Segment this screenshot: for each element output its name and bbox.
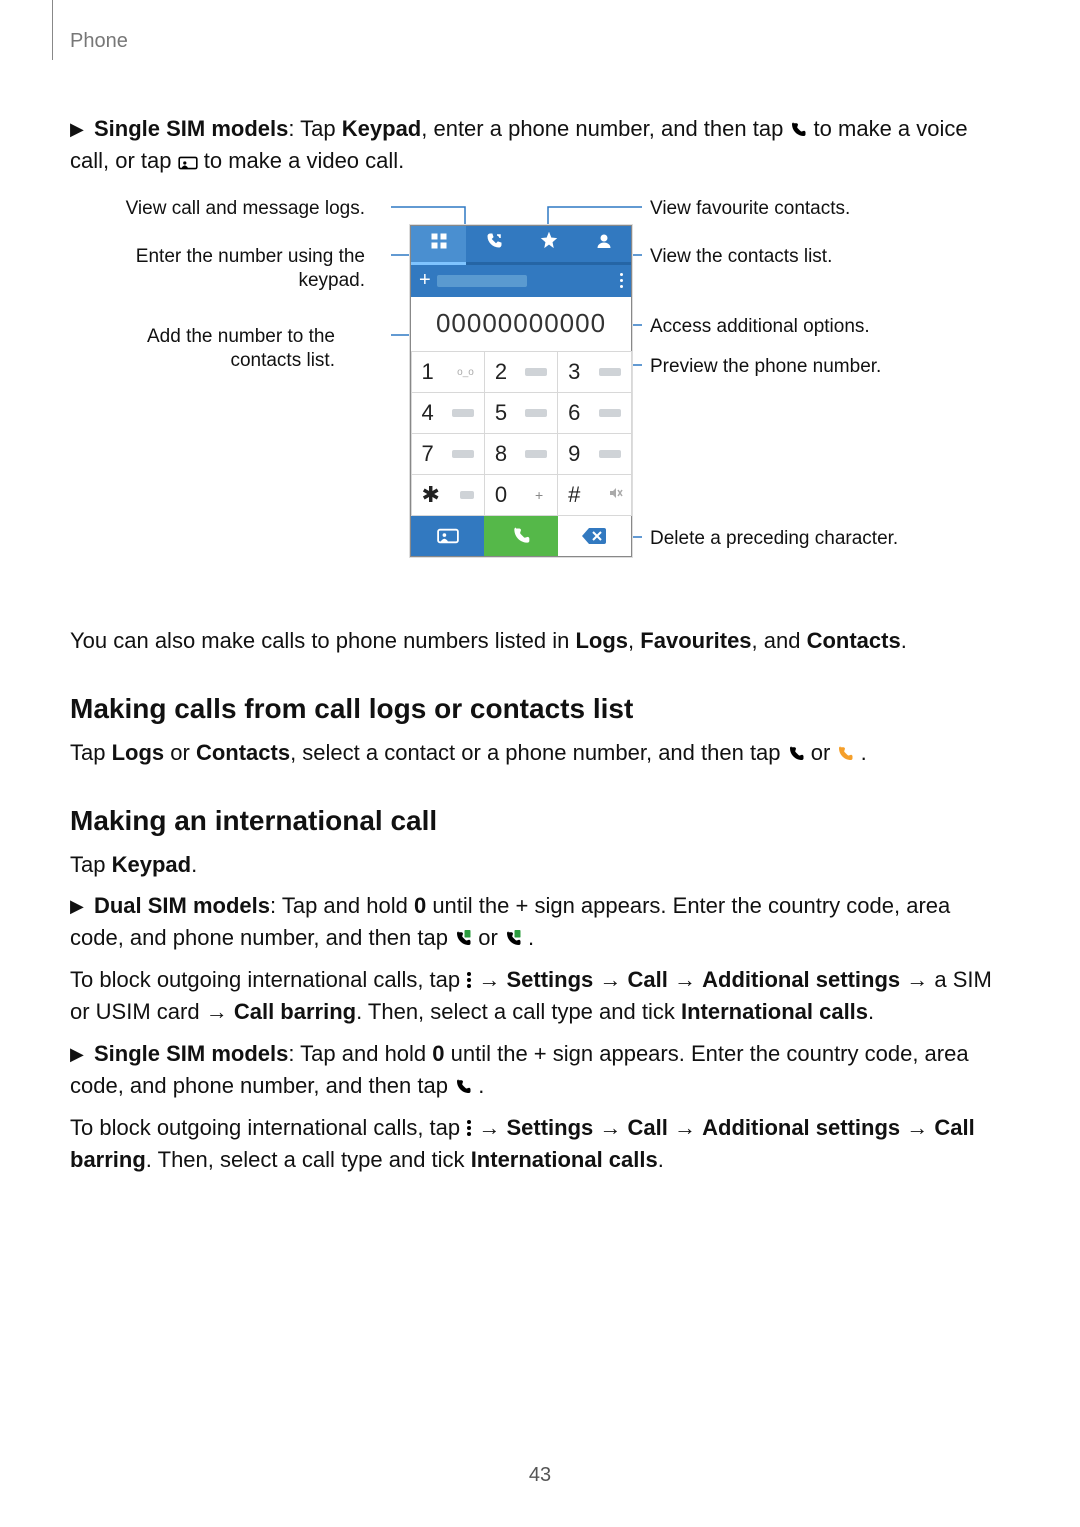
star-icon	[540, 232, 558, 255]
plus-icon[interactable]: +	[419, 269, 431, 292]
key-6[interactable]: 6	[557, 392, 631, 434]
add-to-contacts-label[interactable]	[437, 275, 527, 287]
after-diagram-paragraph: You can also make calls to phone numbers…	[70, 625, 1010, 657]
video-call-icon	[178, 155, 198, 171]
heading-international-call: Making an international call	[70, 805, 1010, 837]
tab-contacts[interactable]	[576, 226, 631, 262]
key-hash[interactable]: #	[557, 474, 631, 516]
voice-call-button[interactable]	[484, 516, 557, 556]
bullet-triangle-icon: ▶	[70, 893, 84, 919]
person-icon	[595, 232, 613, 255]
label-single-sim: Single SIM models	[94, 116, 288, 141]
callout-view-logs: View call and message logs.	[105, 197, 365, 221]
key-5[interactable]: 5	[484, 392, 558, 434]
callout-more-options: Access additional options.	[650, 315, 910, 339]
tab-logs[interactable]	[466, 226, 521, 262]
callout-favourites: View favourite contacts.	[650, 197, 910, 221]
backspace-button[interactable]	[558, 516, 631, 556]
call-log-icon	[485, 232, 503, 255]
paragraph-tap-keypad: Tap Keypad.	[70, 849, 1010, 881]
phone-sim2-icon	[504, 930, 522, 948]
vertical-dots-icon	[466, 971, 472, 989]
callout-preview-number: Preview the phone number.	[650, 355, 910, 379]
tab-keypad[interactable]	[411, 226, 466, 262]
phone-dialer-mock: + 00000000000 1o_o 2 3 4 5 6 7 8 9 ✱ 0+	[410, 225, 632, 557]
paragraph-block-single: To block outgoing international calls, t…	[70, 1112, 1010, 1176]
callout-delete-char: Delete a preceding character.	[650, 527, 910, 551]
more-options-icon[interactable]	[620, 273, 623, 288]
key-star[interactable]: ✱	[411, 474, 485, 516]
intro-paragraph: ▶ Single SIM models: Tap Keypad, enter a…	[70, 113, 1010, 177]
key-0[interactable]: 0+	[484, 474, 558, 516]
add-to-contacts-row: +	[411, 265, 631, 297]
bullet-triangle-icon: ▶	[70, 116, 84, 142]
key-1[interactable]: 1o_o	[411, 351, 485, 393]
key-4[interactable]: 4	[411, 392, 485, 434]
callout-enter-number: Enter the number using the keypad.	[105, 245, 365, 293]
key-2[interactable]: 2	[484, 351, 558, 393]
paragraph-calls-from-logs: Tap Logs or Contacts, select a contact o…	[70, 737, 1010, 769]
keypad-grid-icon	[430, 232, 448, 255]
tab-favourites[interactable]	[521, 226, 576, 262]
key-8[interactable]: 8	[484, 433, 558, 475]
phone-handset-icon	[454, 1078, 472, 1096]
video-call-button[interactable]	[411, 516, 484, 556]
bullet-triangle-icon: ▶	[70, 1041, 84, 1067]
dialer-diagram: View call and message logs. Enter the nu…	[70, 195, 1010, 595]
phone-handset-sim-icon	[836, 745, 854, 763]
page-title: Phone	[70, 30, 1010, 53]
key-7[interactable]: 7	[411, 433, 485, 475]
callout-contacts: View the contacts list.	[650, 245, 910, 269]
label-keypad: Keypad	[342, 116, 421, 141]
phone-handset-icon	[787, 745, 805, 763]
number-display: 00000000000	[411, 297, 631, 352]
paragraph-single-sim: ▶ Single SIM models: Tap and hold 0 unti…	[70, 1038, 1010, 1102]
callout-add-contact: Add the number to the contacts list.	[75, 325, 335, 373]
phone-handset-icon	[789, 121, 807, 139]
dialer-tabs	[411, 226, 631, 262]
paragraph-block-dual: To block outgoing international calls, t…	[70, 964, 1010, 1028]
vertical-dots-icon	[466, 1119, 472, 1137]
mute-icon	[609, 486, 623, 504]
page-number: 43	[0, 1464, 1080, 1487]
key-9[interactable]: 9	[557, 433, 631, 475]
paragraph-dual-sim: ▶ Dual SIM models: Tap and hold 0 until …	[70, 890, 1010, 954]
dial-keypad: 1o_o 2 3 4 5 6 7 8 9 ✱ 0+ #	[411, 352, 631, 516]
heading-calls-from-logs: Making calls from call logs or contacts …	[70, 693, 1010, 725]
phone-sim1-icon	[454, 930, 472, 948]
key-3[interactable]: 3	[557, 351, 631, 393]
